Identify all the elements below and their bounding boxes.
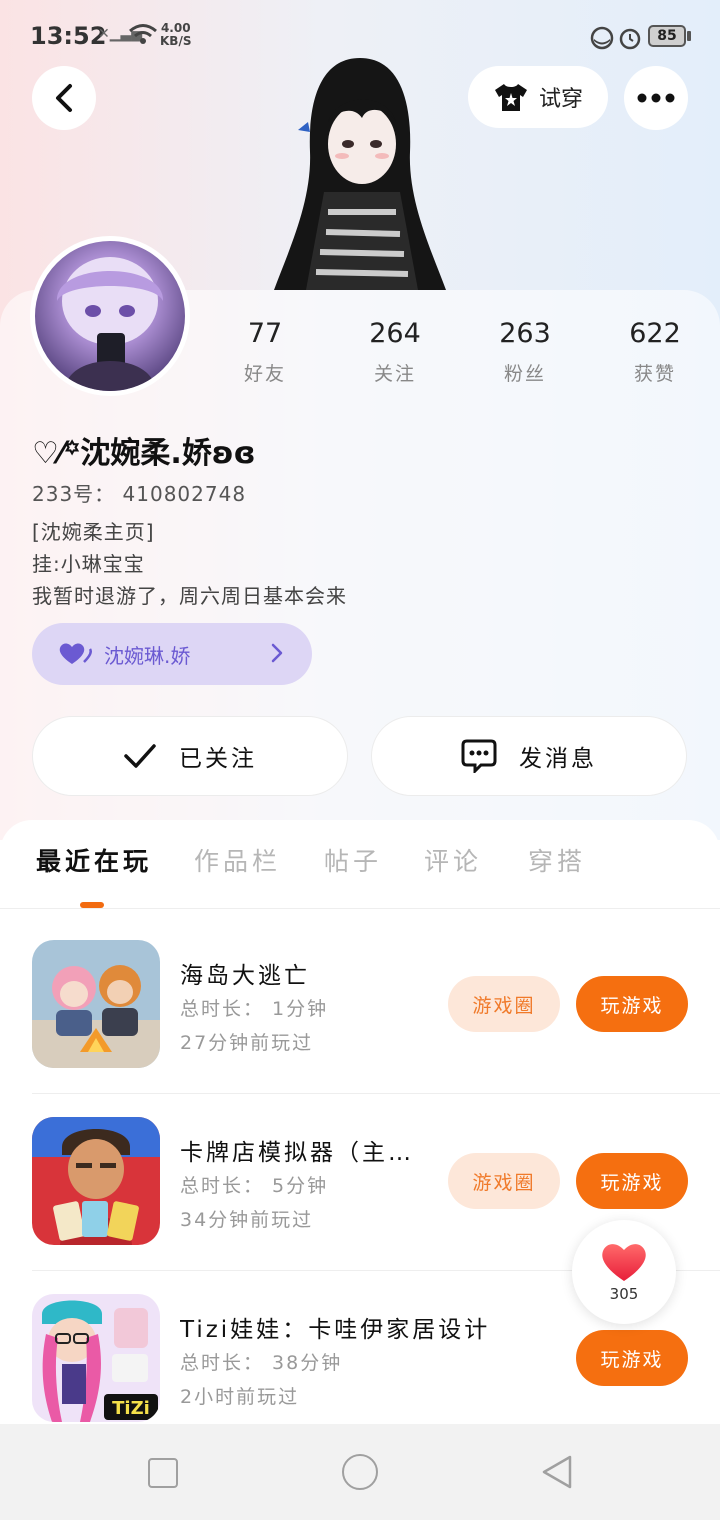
game-last-played: 2小时前玩过 [180, 1386, 300, 1408]
tab-recently-played[interactable]: 最近在玩 [36, 842, 152, 878]
nickname-decoration-icon: ʚɞ [211, 436, 256, 471]
stat-label: 好友 [243, 363, 286, 385]
checkmark-icon [124, 744, 156, 768]
island-escape-icon[interactable] [32, 940, 160, 1068]
system-navigation-bar [0, 1424, 720, 1520]
bio: [沈婉柔主页] 挂:小琳宝宝 我暂时退游了，周六周日基本会来 [32, 516, 347, 612]
stat-value: 77 [247, 318, 283, 349]
profile-tabs: 最近在玩 作品栏 帖子 评论 穿搭 [0, 842, 720, 910]
back-triangle-icon[interactable] [540, 1454, 574, 1490]
stat-label: 获赞 [633, 363, 676, 385]
try-on-button[interactable]: 试穿 [468, 66, 608, 128]
try-on-label: 试穿 [538, 87, 583, 112]
game-last-played: 27分钟前玩过 [180, 1032, 314, 1054]
stat-label: 关注 [373, 363, 416, 385]
tab-outfits[interactable]: 穿搭 [528, 842, 586, 878]
nickname-decoration-icon: ♡⁄꙳ [32, 436, 81, 471]
game-title: 海岛大逃亡 [180, 963, 310, 989]
more-icon [637, 93, 675, 103]
chevron-left-icon [56, 84, 72, 112]
stat-value: 263 [499, 318, 551, 349]
bio-line: [沈婉柔主页] [32, 520, 155, 544]
recent-apps-button[interactable] [148, 1458, 178, 1488]
like-button[interactable]: 305 [572, 1220, 676, 1324]
chat-bubble-icon [461, 739, 497, 773]
play-game-button[interactable]: 玩游戏 [576, 1153, 688, 1209]
avatar[interactable] [30, 236, 190, 396]
more-options-button[interactable] [624, 66, 688, 130]
stat-following[interactable]: 264 关注 [330, 318, 460, 386]
stat-value: 622 [629, 318, 681, 349]
tizi-doll-icon[interactable]: TiZi [32, 1294, 160, 1422]
home-button[interactable] [342, 1454, 378, 1490]
nickname: ♡⁄꙳沈婉柔.娇ʚɞ [32, 428, 256, 472]
avatar-image [56, 257, 164, 391]
stat-followers[interactable]: 263 粉丝 [460, 318, 590, 386]
game-list-item[interactable]: 海岛大逃亡 总时长： 1分钟 27分钟前玩过 游戏圈 玩游戏 [0, 940, 720, 1116]
divider [0, 908, 720, 909]
game-circle-button[interactable]: 游戏圈 [448, 1153, 560, 1209]
play-game-button[interactable]: 玩游戏 [576, 1330, 688, 1386]
stat-friends[interactable]: 77 好友 [200, 318, 330, 386]
nickname-text: 沈婉柔.娇 [80, 436, 212, 471]
tshirt-icon [494, 84, 527, 111]
game-title: Tizi娃娃：卡哇伊家居设计 [180, 1317, 491, 1343]
tab-comments[interactable]: 评论 [424, 842, 482, 878]
status-time: 13:52 [30, 22, 107, 50]
profile-stats: 77 好友 264 关注 263 粉丝 622 获赞 [200, 318, 720, 386]
game-title: 卡牌店模拟器（主… [180, 1140, 414, 1166]
bio-line: 挂:小琳宝宝 [32, 552, 145, 576]
game-last-played: 34分钟前玩过 [180, 1209, 314, 1231]
network-speed: 4.00 KB/S [160, 21, 192, 48]
stat-likes[interactable]: 622 获赞 [590, 318, 720, 386]
followed-label: 已关注 [179, 746, 257, 772]
game-circle-button[interactable]: 游戏圈 [448, 976, 560, 1032]
stat-label: 粉丝 [503, 363, 546, 385]
alarm-icon [619, 28, 641, 50]
play-game-button[interactable]: 玩游戏 [576, 976, 688, 1032]
user-id: 233号： 410802748 [32, 482, 247, 506]
game-total-duration: 总时长： 38分钟 [180, 1352, 343, 1374]
stat-value: 264 [369, 318, 421, 349]
game-total-duration: 总时长： 5分钟 [180, 1175, 329, 1197]
battery-tip [687, 31, 691, 41]
send-message-button[interactable]: 发消息 [371, 716, 687, 796]
tab-works[interactable]: 作品栏 [194, 842, 281, 878]
hearts-icon [59, 643, 92, 664]
tab-posts[interactable]: 帖子 [324, 842, 382, 878]
divider [32, 1093, 720, 1094]
wifi-icon [129, 24, 157, 44]
like-count: 305 [609, 1285, 639, 1303]
game-total-duration: 总时长： 1分钟 [180, 998, 329, 1020]
heart-icon [602, 1244, 646, 1281]
followed-button[interactable]: 已关注 [32, 716, 348, 796]
bio-line: 我暂时退游了，周六周日基本会来 [32, 584, 347, 608]
card-shop-icon[interactable] [32, 1117, 160, 1245]
tizi-badge: TiZi [112, 1398, 150, 1419]
cp-relationship-chip[interactable]: 沈婉琳.娇 [32, 623, 312, 685]
character-figure [274, 58, 446, 290]
do-not-disturb-icon [590, 26, 614, 50]
send-message-label: 发消息 [519, 746, 597, 772]
cp-name: 沈婉琳.娇 [104, 643, 191, 668]
chevron-right-icon [271, 643, 283, 663]
battery-indicator: 85 [648, 25, 686, 47]
back-button[interactable] [32, 66, 96, 130]
